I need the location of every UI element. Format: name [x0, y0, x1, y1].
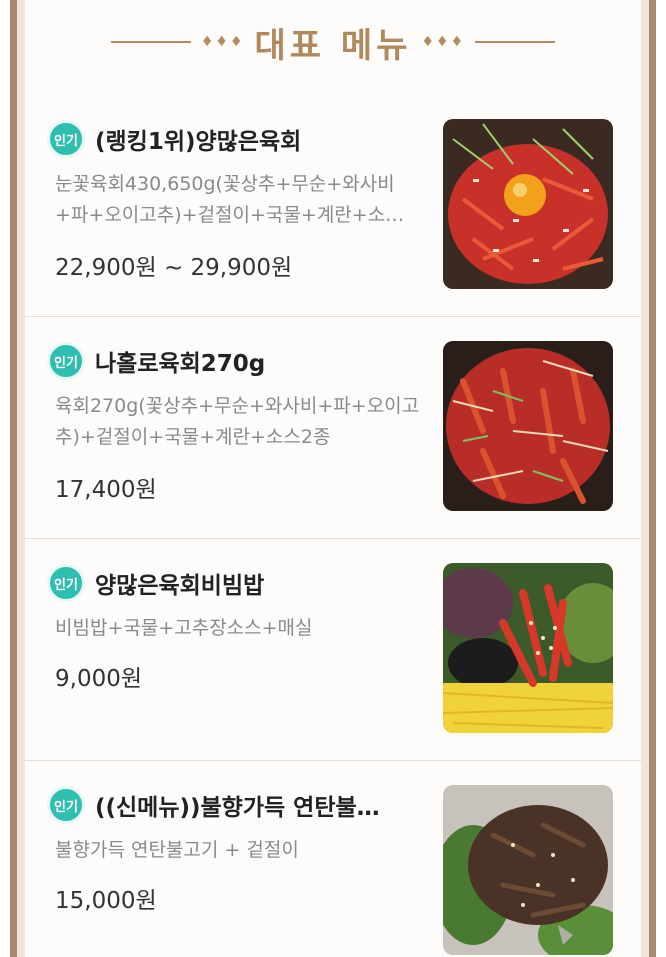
divider-left [110, 41, 191, 43]
bulgogi-photo [443, 785, 613, 955]
menu-item-name: 양많은육회비빔밥 [95, 573, 265, 599]
menu-item-4[interactable]: 인기 ((신메뉴))불향가득 연탄불… 불향가득 연탄불고기 + 겉절이 15,… [25, 761, 641, 957]
beef-tartare-photo [443, 119, 613, 289]
menu-item-price: 15,000원 [55, 888, 157, 914]
beef-tartare-photo [443, 341, 613, 511]
menu-item-price: 22,900원 ~ 29,900원 [55, 255, 293, 281]
menu-item-header: 인기 나홀로육회270g [47, 341, 265, 381]
bibimbap-photo [443, 563, 613, 733]
menu-item-price: 9,000원 [55, 666, 143, 692]
popular-badge: 인기 [47, 120, 85, 158]
menu-item-2[interactable]: 인기 나홀로육회270g 육회270g(꽃상추+무순+와사비+파+오이고추)+겉… [25, 317, 641, 539]
diamond-ornament-left: ♦♦♦ [200, 34, 245, 50]
menu-item-name: 나홀로육회270g [95, 351, 266, 377]
menu-panel: ♦♦♦ 대표 메뉴 ♦♦♦ 인기 (랭킹1위)양많은육회 눈꽃육회430,650… [25, 0, 641, 957]
popular-badge: 인기 [47, 342, 85, 380]
menu-item-description: 불향가득 연탄불고기 + 겉절이 [55, 839, 299, 861]
menu-item-header: 인기 (랭킹1위)양많은육회 [47, 119, 301, 159]
menu-item-header: 인기 ((신메뉴))불향가득 연탄불… [47, 785, 380, 825]
section-title: 대표 메뉴 [254, 25, 412, 66]
popular-badge: 인기 [47, 564, 85, 602]
menu-item-3[interactable]: 인기 양많은육회비빔밥 비빔밥+국물+고추장소스+매실 9,000원 [25, 539, 641, 761]
menu-item-name: (랭킹1위)양많은육회 [95, 129, 302, 155]
menu-item-description: 눈꽃육회430,650g(꽃상추+무순+와사비+파+오이고추)+겉절이+국물+계… [55, 173, 405, 226]
menu-item-1[interactable]: 인기 (랭킹1위)양많은육회 눈꽃육회430,650g(꽃상추+무순+와사비+파… [25, 95, 641, 317]
section-header: ♦♦♦ 대표 메뉴 ♦♦♦ [25, 18, 641, 66]
menu-item-header: 인기 양많은육회비빔밥 [47, 563, 264, 603]
menu-item-price: 17,400원 [55, 477, 157, 503]
menu-item-name: ((신메뉴))불향가득 연탄불… [95, 795, 380, 821]
divider-right [475, 41, 556, 43]
page-frame: ♦♦♦ 대표 메뉴 ♦♦♦ 인기 (랭킹1위)양많은육회 눈꽃육회430,650… [0, 0, 666, 957]
popular-badge: 인기 [47, 786, 85, 824]
menu-item-description: 육회270g(꽃상추+무순+와사비+파+오이고추)+겉절이+국물+계란+소스2종 [55, 395, 420, 448]
diamond-ornament-right: ♦♦♦ [421, 34, 466, 50]
menu-item-description: 비빔밥+국물+고추장소스+매실 [55, 617, 313, 639]
